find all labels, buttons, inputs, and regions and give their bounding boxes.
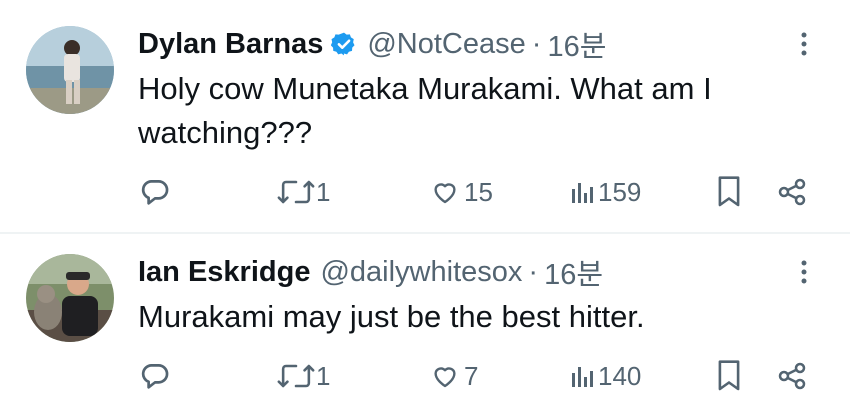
like-button[interactable]: 15 bbox=[430, 172, 493, 212]
reply-button[interactable] bbox=[138, 356, 176, 396]
tweet-2[interactable]: Ian Eskridge @dailywhitesox · 16분 Muraka… bbox=[0, 234, 850, 418]
more-vertical-icon[interactable] bbox=[798, 30, 810, 62]
avatar-photo bbox=[26, 254, 114, 342]
action-bar: 1 7 140 bbox=[0, 356, 850, 396]
tweet-text: Murakami may just be the best hitter. bbox=[138, 295, 818, 339]
like-count: 15 bbox=[464, 176, 493, 207]
avatar[interactable] bbox=[26, 26, 114, 114]
share-icon bbox=[776, 360, 808, 392]
tweet-text-line: Holy cow Munetaka Murakami. What am I bbox=[138, 71, 712, 106]
share-button[interactable] bbox=[776, 172, 808, 212]
heart-icon bbox=[430, 361, 460, 391]
views-button[interactable]: 140 bbox=[570, 356, 641, 396]
view-count: 159 bbox=[598, 176, 642, 207]
reply-button[interactable] bbox=[138, 172, 176, 212]
verified-badge-icon bbox=[331, 31, 357, 57]
retweet-button[interactable]: 1 bbox=[276, 172, 330, 212]
author-name[interactable]: Ian Eskridge bbox=[138, 256, 310, 289]
retweet-icon bbox=[276, 361, 316, 391]
like-count: 7 bbox=[464, 360, 479, 391]
like-button[interactable]: 7 bbox=[430, 356, 478, 396]
bookmark-button[interactable] bbox=[716, 172, 742, 212]
author-name[interactable]: Dylan Barnas bbox=[138, 28, 323, 61]
retweet-button[interactable]: 1 bbox=[276, 356, 330, 396]
views-icon bbox=[570, 179, 594, 205]
tweet-header: Dylan Barnas @NotCease · 16분 bbox=[138, 23, 606, 65]
views-button[interactable]: 159 bbox=[570, 172, 641, 212]
separator-dot: · bbox=[531, 27, 542, 60]
views-icon bbox=[570, 363, 594, 389]
tweet-text-line: Murakami may just be the best hitter. bbox=[138, 299, 645, 334]
retweet-icon bbox=[276, 177, 316, 207]
bookmark-icon bbox=[716, 175, 742, 209]
timestamp[interactable]: 16분 bbox=[544, 251, 603, 293]
reply-icon bbox=[138, 359, 172, 393]
retweet-count: 1 bbox=[316, 360, 331, 391]
avatar[interactable] bbox=[26, 254, 114, 342]
share-icon bbox=[776, 176, 808, 208]
reply-icon bbox=[138, 175, 172, 209]
timestamp[interactable]: 16분 bbox=[547, 23, 606, 65]
author-handle[interactable]: @NotCease bbox=[367, 28, 525, 61]
tweet-text: Holy cow Munetaka Murakami. What am I wa… bbox=[138, 67, 818, 155]
bookmark-icon bbox=[716, 359, 742, 393]
retweet-count: 1 bbox=[316, 176, 331, 207]
action-bar: 1 15 159 bbox=[0, 172, 850, 212]
separator-dot: · bbox=[528, 255, 539, 288]
heart-icon bbox=[430, 177, 460, 207]
avatar-photo bbox=[26, 26, 114, 114]
author-handle[interactable]: @dailywhitesox bbox=[320, 256, 522, 289]
more-vertical-icon[interactable] bbox=[798, 258, 810, 290]
tweet-1[interactable]: Dylan Barnas @NotCease · 16분 Holy cow Mu… bbox=[0, 0, 850, 232]
bookmark-button[interactable] bbox=[716, 356, 742, 396]
share-button[interactable] bbox=[776, 356, 808, 396]
tweet-text-line: watching??? bbox=[138, 115, 313, 150]
view-count: 140 bbox=[598, 360, 642, 391]
tweet-header: Ian Eskridge @dailywhitesox · 16분 bbox=[138, 251, 603, 293]
